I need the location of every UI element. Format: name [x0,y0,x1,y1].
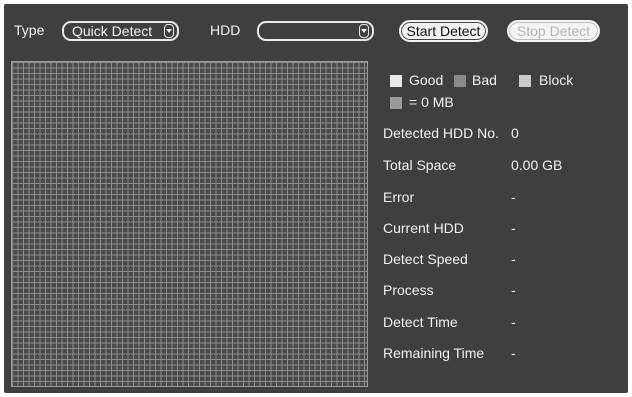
current-hdd-label: Current HDD [383,220,464,236]
detect-speed-value: - [511,251,516,267]
detect-speed-label: Detect Speed [383,251,468,267]
chevron-down-icon[interactable] [359,24,369,38]
detect-time-label: Detect Time [383,314,458,330]
bad-swatch [454,75,466,87]
chevron-down-icon[interactable] [164,24,174,38]
detect-time-value: - [511,314,516,330]
block-swatch [519,75,531,87]
hdd-label: HDD [210,22,241,38]
process-value: - [511,282,516,298]
remaining-time-value: - [511,345,516,361]
detected-hdd-no-label: Detected HDD No. [383,125,499,141]
detected-hdd-no-value: 0 [511,125,519,141]
type-select[interactable]: Quick Detect [62,21,179,41]
type-label: Type [14,22,45,38]
error-label: Error [383,189,415,205]
legend-bad-label: Bad [472,72,497,88]
good-swatch [390,75,402,87]
legend-block-label: Block [539,72,574,88]
legend-unit-label: = 0 MB [409,94,454,110]
legend-good-label: Good [409,72,444,88]
total-space-value: 0.00 GB [511,157,563,173]
error-value: - [511,189,516,205]
process-label: Process [383,282,434,298]
unit-swatch [390,97,402,109]
stop-detect-button[interactable]: Stop Detect [507,20,600,42]
sector-map-grid [11,61,368,387]
current-hdd-value: - [511,220,516,236]
type-select-value: Quick Detect [72,23,153,39]
hdd-select[interactable] [257,21,374,41]
start-detect-button[interactable]: Start Detect [399,20,488,42]
remaining-time-label: Remaining Time [383,345,485,361]
total-space-label: Total Space [383,157,457,173]
